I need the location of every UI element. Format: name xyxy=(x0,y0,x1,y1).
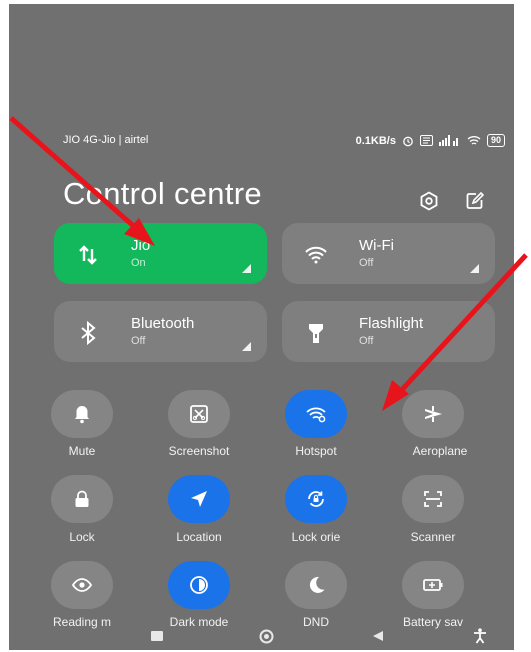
toggle-scanner[interactable] xyxy=(402,475,464,523)
toggle-lock[interactable] xyxy=(51,475,113,523)
toggle-battery-saver[interactable] xyxy=(402,561,464,609)
toggle-dnd[interactable] xyxy=(285,561,347,609)
tile-wifi[interactable]: Wi-Fi Off xyxy=(282,223,495,284)
settings-icon[interactable] xyxy=(418,190,440,212)
location-arrow-icon xyxy=(191,491,207,507)
navigation-bar xyxy=(9,624,514,650)
expand-corner-icon[interactable] xyxy=(242,342,251,351)
toggle-label: Lock orie xyxy=(291,530,341,544)
rotation-lock-icon xyxy=(308,491,324,507)
toggle-mute[interactable] xyxy=(51,390,113,438)
toggle-dark-mode[interactable] xyxy=(168,561,230,609)
edit-icon[interactable] xyxy=(464,190,486,212)
recents-button-icon[interactable] xyxy=(151,631,163,641)
toggle-label: Hotspot xyxy=(295,444,337,458)
status-indicators: 0.1KB/s 90 xyxy=(356,134,505,147)
tile-state: Off xyxy=(131,335,146,347)
accessibility-icon[interactable] xyxy=(473,628,487,644)
moon-icon xyxy=(309,576,325,593)
hotspot-icon xyxy=(306,407,326,423)
toggle-screenshot[interactable] xyxy=(168,390,230,438)
toggle-label: Location xyxy=(176,530,222,544)
tile-label: Flashlight xyxy=(359,315,424,332)
tile-bluetooth[interactable]: Bluetooth Off xyxy=(54,301,267,362)
tile-flashlight[interactable]: Flashlight Off xyxy=(282,301,495,362)
toggle-lock-orientation[interactable] xyxy=(285,475,347,523)
wifi-icon xyxy=(305,246,327,264)
tile-state: On xyxy=(131,257,146,269)
toggle-label: Lock xyxy=(69,530,95,544)
bluetooth-icon xyxy=(81,321,96,345)
volte-icon xyxy=(419,135,433,146)
back-button-icon[interactable] xyxy=(372,630,384,642)
flashlight-icon xyxy=(309,324,323,343)
lock-icon xyxy=(75,490,89,507)
dark-mode-icon xyxy=(190,576,208,594)
status-bar: JIO 4G-Jio | airtel 0.1KB/s 90 xyxy=(63,134,505,152)
battery-icon xyxy=(423,579,443,591)
scanner-icon xyxy=(424,491,442,507)
battery-level: 90 xyxy=(486,134,505,147)
toggle-label: Scanner xyxy=(410,530,456,544)
tile-label: Jio xyxy=(131,237,151,254)
carrier-label: JIO 4G-Jio | airtel xyxy=(63,134,149,146)
tile-state: Off xyxy=(359,335,374,347)
home-button-icon[interactable] xyxy=(259,629,274,644)
tile-label: Bluetooth xyxy=(131,315,195,332)
toggle-hotspot[interactable] xyxy=(285,390,347,438)
tile-mobile-data[interactable]: Jio On xyxy=(54,223,267,284)
toggle-aeroplane[interactable] xyxy=(402,390,464,438)
control-centre-screen: JIO 4G-Jio | airtel 0.1KB/s 90 Control c… xyxy=(9,4,514,650)
toggle-label: Mute xyxy=(68,444,96,458)
signal-icon xyxy=(438,135,458,146)
alarm-icon xyxy=(403,136,413,146)
screenshot-icon xyxy=(190,405,208,423)
tile-label: Wi-Fi xyxy=(359,237,394,254)
toggle-label: Screenshot xyxy=(168,444,230,458)
wifi-status-icon xyxy=(467,136,481,145)
page-title: Control centre xyxy=(63,176,262,211)
bell-icon xyxy=(75,406,89,424)
toggle-reading-mode[interactable] xyxy=(51,561,113,609)
eye-icon xyxy=(71,578,93,592)
tile-state: Off xyxy=(359,257,374,269)
expand-corner-icon[interactable] xyxy=(470,264,479,273)
network-speed: 0.1KB/s xyxy=(355,134,396,147)
expand-corner-icon[interactable] xyxy=(242,264,251,273)
mobile-data-icon xyxy=(79,245,97,265)
toggle-label: Aeroplane xyxy=(412,444,468,458)
toggle-location[interactable] xyxy=(168,475,230,523)
airplane-icon xyxy=(425,406,442,422)
